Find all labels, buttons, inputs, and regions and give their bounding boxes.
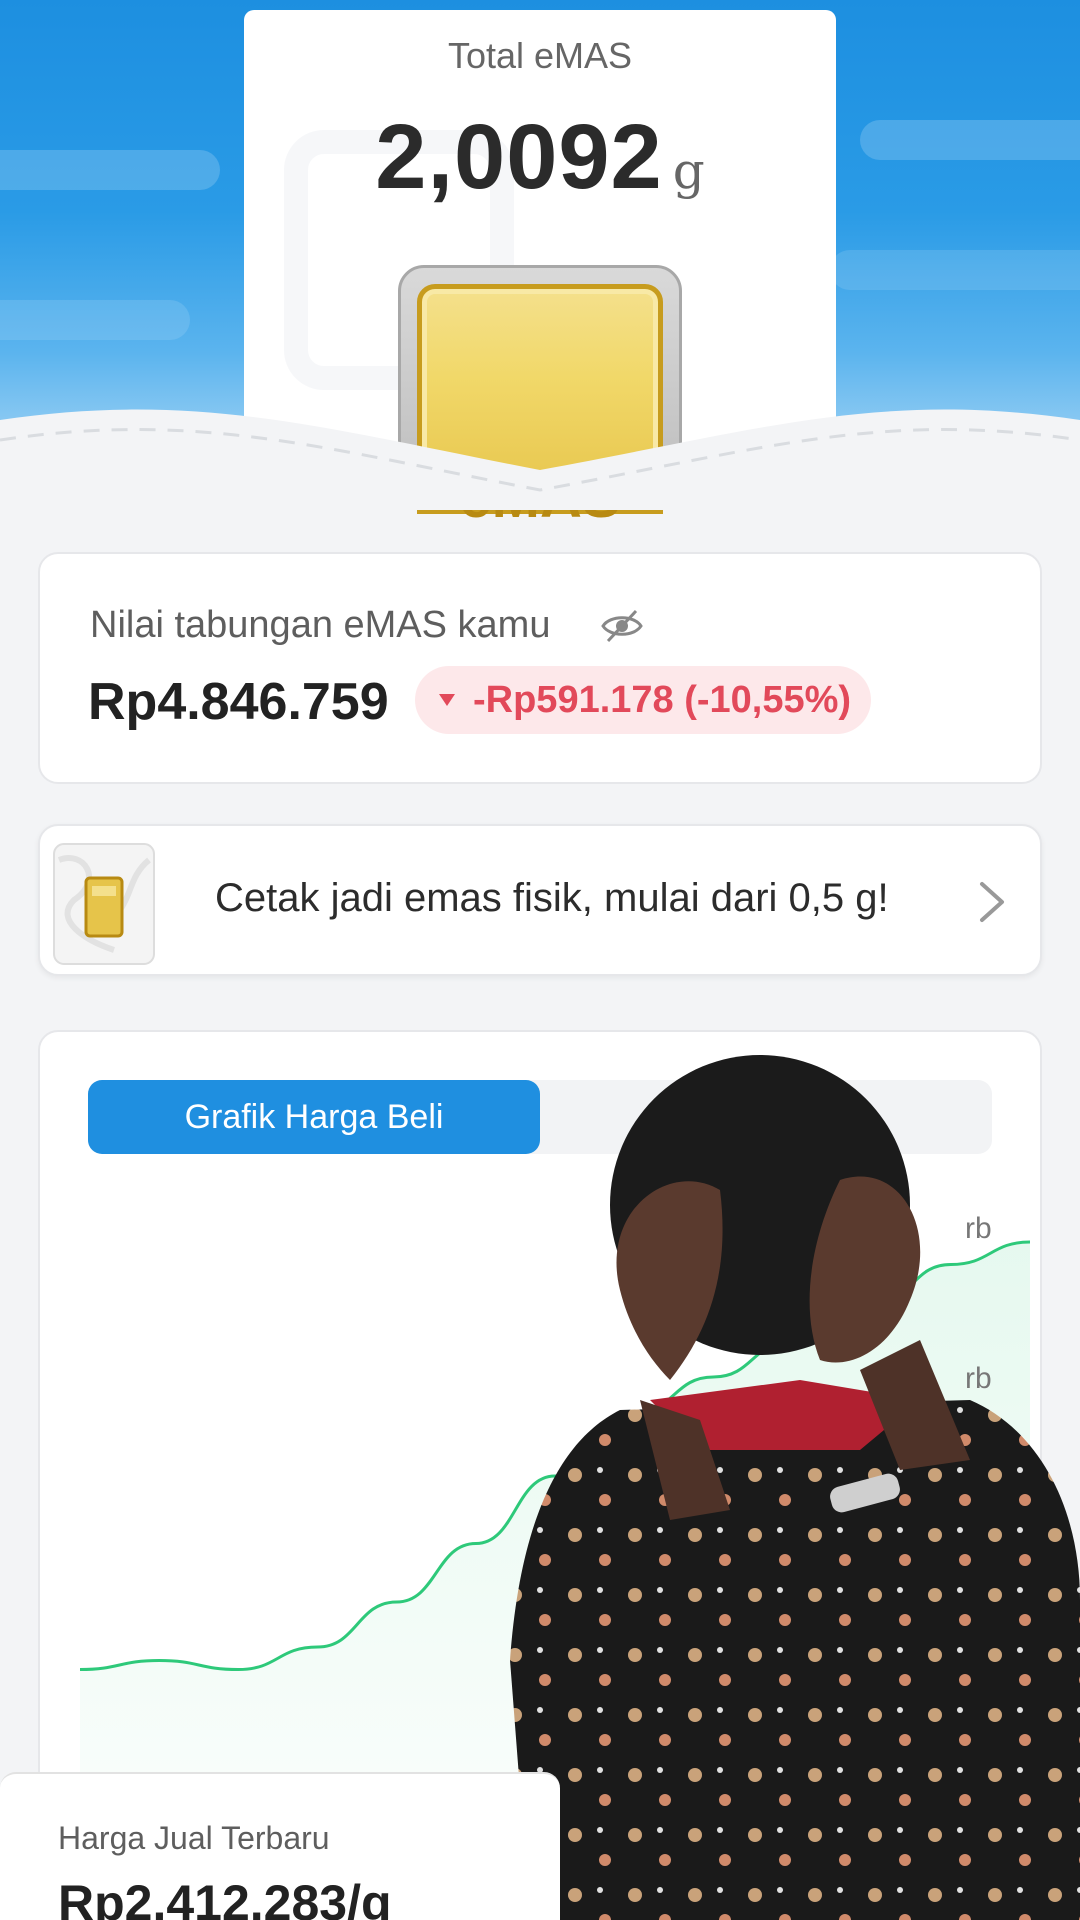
- sell-price-label: Harga Jual Terbaru: [58, 1820, 330, 1856]
- tab-buy-price-chart[interactable]: Grafik Harga Beli: [88, 1080, 540, 1154]
- total-emas-value: 2,0092: [375, 106, 663, 208]
- total-emas-value-row: 2,0092 g: [244, 105, 836, 210]
- total-emas-unit: g: [672, 142, 705, 200]
- print-physical-gold-banner[interactable]: Cetak jadi emas fisik, mulai dari 0,5 g!: [38, 824, 1042, 976]
- decor-streak: [860, 120, 1080, 160]
- savings-label: Nilai tabungan eMAS kamu: [90, 604, 551, 646]
- eye-off-icon[interactable]: [600, 608, 644, 644]
- decor-streak: [0, 150, 220, 190]
- decor-streak: [0, 300, 190, 340]
- change-value: -Rp591.178 (-10,55%): [473, 678, 852, 721]
- gold-certificate-icon: [53, 843, 155, 965]
- savings-value: Rp4.846.759: [88, 673, 389, 731]
- header-wave-divider: [0, 409, 1080, 510]
- total-emas-label: Total eMAS: [447, 35, 633, 76]
- sell-price-value: Rp2.412.283/g: [58, 1875, 392, 1920]
- person-overlay-image: [510, 1055, 1080, 1920]
- latest-sell-price-card: Harga Jual Terbaru Rp2.412.283/g: [0, 1772, 560, 1920]
- change-badge: -Rp591.178 (-10,55%): [415, 666, 872, 734]
- down-triangle-icon: [439, 694, 455, 706]
- savings-value-card: Nilai tabungan eMAS kamu Rp4.846.759 -Rp…: [38, 552, 1042, 784]
- print-banner-text: Cetak jadi emas fisik, mulai dari 0,5 g!: [215, 876, 889, 920]
- chevron-right-icon: [980, 882, 1004, 922]
- decor-streak: [830, 250, 1080, 290]
